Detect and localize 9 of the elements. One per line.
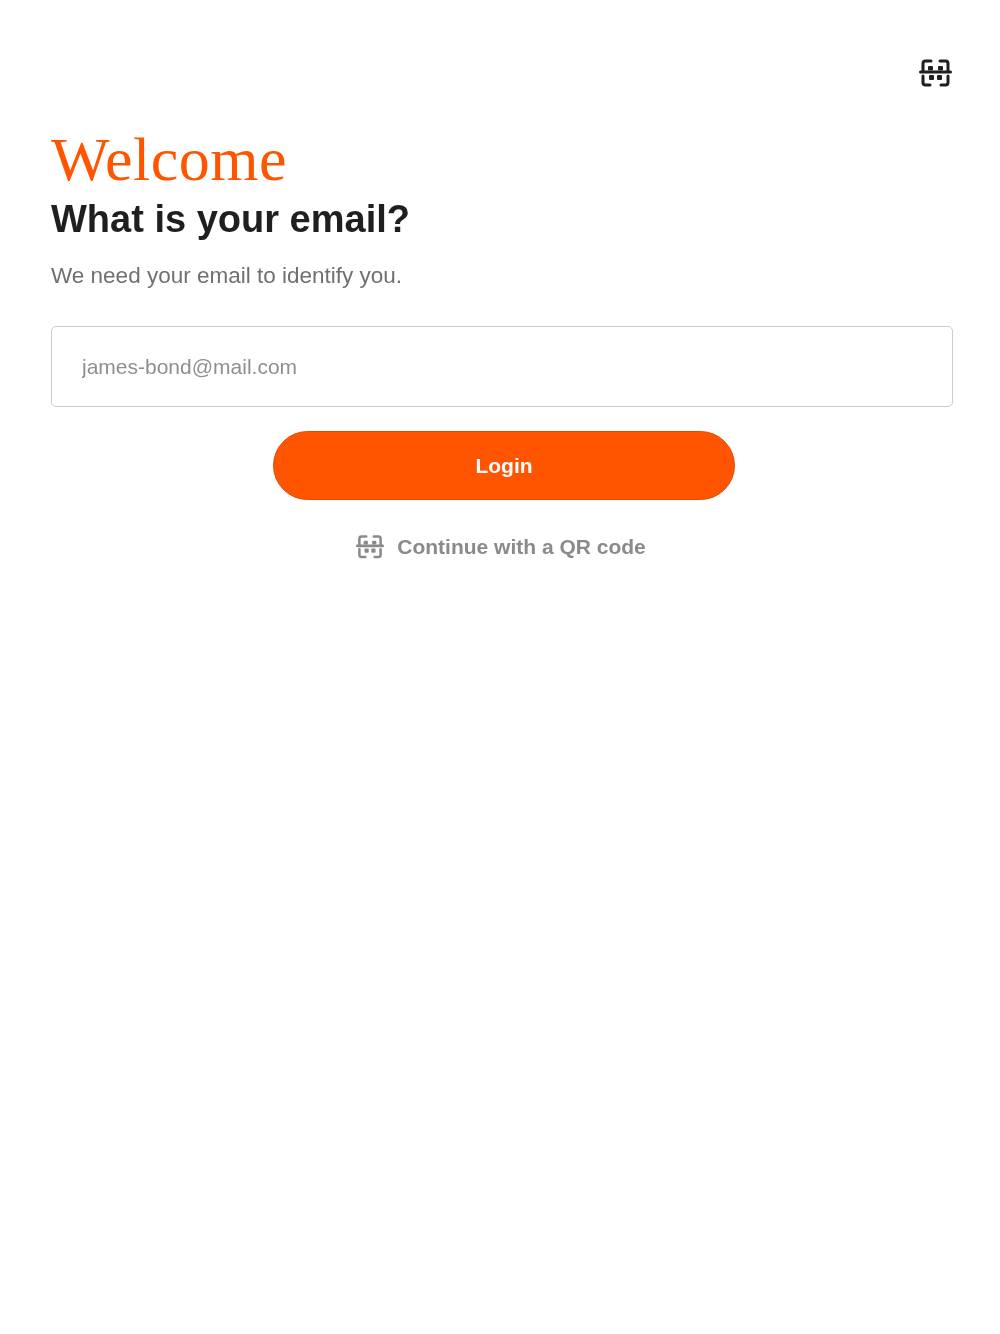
scan-icon: [356, 534, 385, 560]
qr-code-link-label: Continue with a QR code: [397, 534, 646, 559]
email-input-field[interactable]: james-bond@mail.com: [51, 326, 953, 407]
welcome-title: Welcome: [51, 126, 289, 192]
qr-code-link[interactable]: Continue with a QR code: [356, 534, 646, 560]
email-heading: What is your email?: [51, 197, 411, 242]
scan-icon: [918, 58, 952, 88]
subtitle-text: We need your email to identify you.: [51, 262, 404, 290]
login-button[interactable]: Login: [273, 431, 735, 500]
